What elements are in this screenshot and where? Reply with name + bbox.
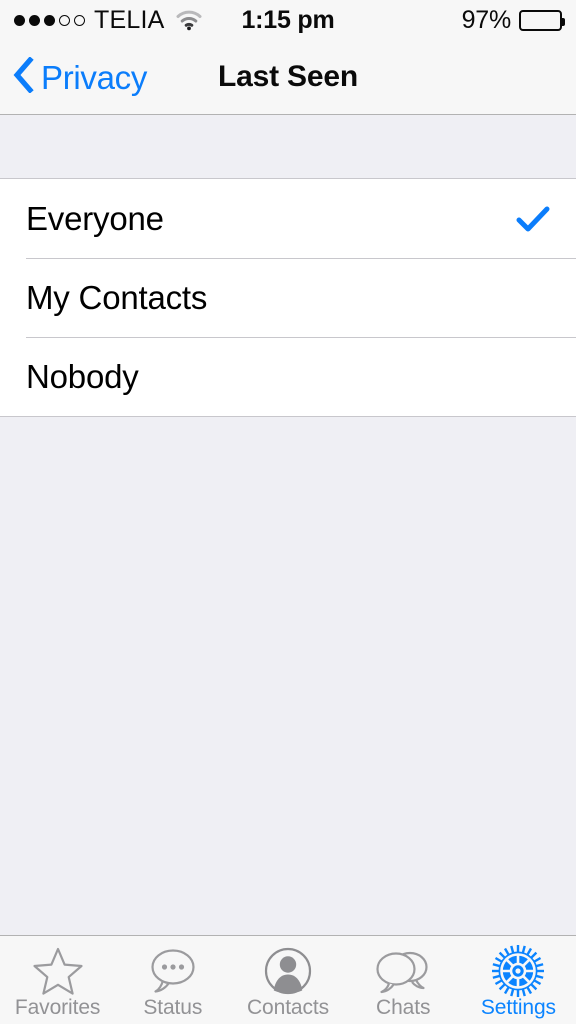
signal-dot-5 [74,14,85,26]
person-circle-icon [262,947,314,995]
tab-bar: Favorites Status Contacts Chats Settings [0,935,576,1024]
back-button-label: Privacy [41,58,148,96]
signal-dot-4 [59,14,70,26]
star-icon [32,947,84,995]
signal-strength-dots [14,14,85,26]
carrier-name: TELIA [94,5,165,34]
tab-label: Status [143,995,203,1019]
tab-label: Favorites [14,995,101,1019]
double-speech-bubble-icon [375,947,431,995]
speech-bubble-dots-icon [147,947,199,995]
navigation-bar: Privacy Last Seen [0,40,576,115]
settings-content: Everyone My Contacts Nobody [0,115,576,935]
signal-dot-2 [29,14,40,26]
battery-icon [519,9,565,31]
section-header-spacer [0,115,576,179]
wifi-icon [175,9,203,31]
gear-icon [492,944,545,997]
status-bar-left: TELIA [14,5,203,34]
checkmark-icon [516,205,550,233]
battery-nub [562,17,565,26]
tab-chats[interactable]: Chats [346,936,461,1024]
last-seen-options-group: Everyone My Contacts Nobody [0,179,576,417]
list-item-label: My Contacts [26,279,208,316]
status-bar: TELIA 1:15 pm 97% [0,0,576,40]
status-bar-right: 97% [461,5,565,35]
tab-favorites[interactable]: Favorites [0,936,115,1024]
tab-status[interactable]: Status [115,936,230,1024]
back-button[interactable]: Privacy [12,40,147,114]
list-item-everyone[interactable]: Everyone [0,179,576,258]
signal-dot-1 [14,14,25,26]
list-item-my-contacts[interactable]: My Contacts [0,258,576,337]
tab-contacts[interactable]: Contacts [230,936,345,1024]
tab-settings[interactable]: Settings [461,936,576,1024]
list-item-nobody[interactable]: Nobody [0,337,576,416]
tab-label: Settings [480,995,556,1019]
chevron-left-icon [12,55,34,98]
tab-label: Chats [376,995,431,1019]
list-item-label: Everyone [26,200,164,237]
signal-dot-3 [44,14,55,26]
battery-percentage: 97% [461,5,512,34]
list-item-label: Nobody [26,358,139,395]
tab-label: Contacts [246,995,330,1019]
